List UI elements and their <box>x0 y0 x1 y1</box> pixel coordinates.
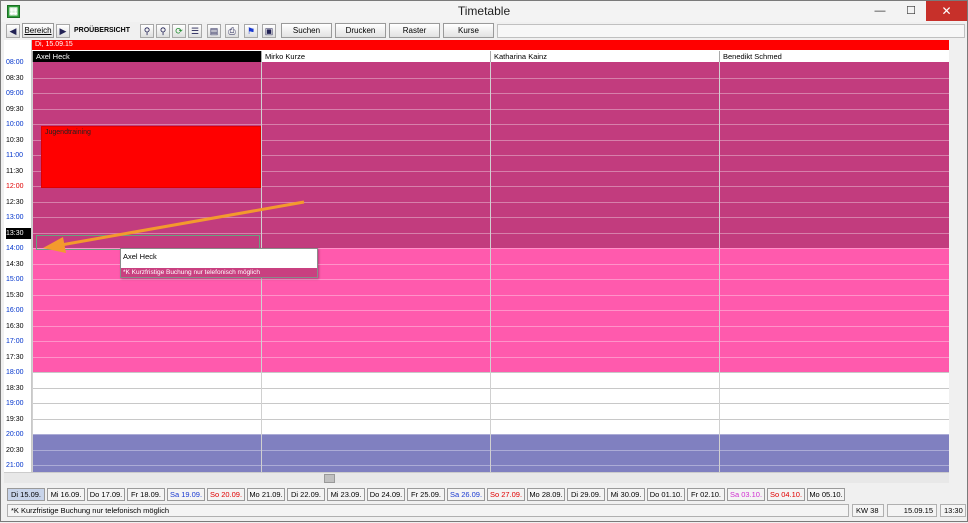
tooltip-title: Axel Heck <box>123 252 157 261</box>
day-tab[interactable]: Mi 23.09. <box>327 488 365 501</box>
tooltip-note: *K Kurzfristige Buchung nur telefonisch … <box>121 268 317 277</box>
status-note: *K Kurzfristige Buchung nur telefonisch … <box>7 504 849 517</box>
status-bar: *K Kurzfristige Buchung nur telefonisch … <box>4 504 966 517</box>
day-tab[interactable]: Sa 26.09. <box>447 488 485 501</box>
day-tab[interactable]: So 20.09. <box>207 488 245 501</box>
day-tab[interactable]: Do 24.09. <box>367 488 405 501</box>
horizontal-scrollbar[interactable] <box>4 472 949 483</box>
day-tab[interactable]: So 04.10. <box>767 488 805 501</box>
day-tab[interactable]: Mo 28.09. <box>527 488 565 501</box>
day-tab[interactable]: Mi 30.09. <box>607 488 645 501</box>
day-tab[interactable]: Do 17.09. <box>87 488 125 501</box>
day-tabs: Di 15.09. Mi 16.09. Do 17.09. Fr 18.09. Sa 1… <box>7 488 957 502</box>
day-tab[interactable]: Fr 25.09. <box>407 488 445 501</box>
day-tab[interactable]: Fr 18.09. <box>127 488 165 501</box>
status-time: 13:30 <box>940 504 966 517</box>
day-tab[interactable]: Do 01.10. <box>647 488 685 501</box>
day-tab[interactable]: Mo 21.09. <box>247 488 285 501</box>
status-date: 15.09.15 <box>887 504 937 517</box>
day-tab[interactable]: So 27.09. <box>487 488 525 501</box>
booking-tooltip: Axel Heck *K Kurzfristige Buchung nur te… <box>120 248 318 278</box>
day-tab[interactable]: Mo 05.10. <box>807 488 845 501</box>
day-tab[interactable]: Fr 02.10. <box>687 488 725 501</box>
timetable-window: ▦ Timetable — ☐ ✕ ◀ Bereich ▶ PROÜBERSIC… <box>0 0 968 522</box>
day-tab[interactable]: Sa 03.10. <box>727 488 765 501</box>
day-tab[interactable]: Di 15.09. <box>7 488 45 501</box>
day-tab[interactable]: Di 29.09. <box>567 488 605 501</box>
day-tab[interactable]: Sa 19.09. <box>167 488 205 501</box>
status-week: KW 38 <box>852 504 884 517</box>
day-tab[interactable]: Di 22.09. <box>287 488 325 501</box>
scrollbar-thumb[interactable] <box>324 474 335 483</box>
day-tab[interactable]: Mi 16.09. <box>47 488 85 501</box>
